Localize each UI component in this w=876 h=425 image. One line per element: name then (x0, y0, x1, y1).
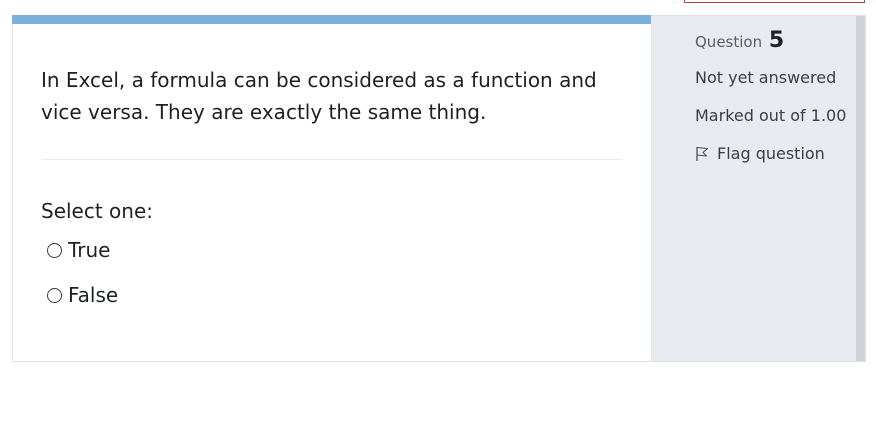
question-number: 5 (768, 28, 785, 53)
option-true[interactable]: True (47, 236, 110, 264)
radio-false[interactable] (47, 287, 62, 303)
option-false-label[interactable]: False (68, 281, 118, 309)
question-content: In Excel, a formula can be considered as… (12, 15, 651, 361)
select-prompt: Select one: (41, 199, 154, 223)
info-panel-edge (856, 16, 865, 361)
previous-element-border (684, 0, 865, 3)
question-accent-bar (12, 15, 651, 24)
question-text: In Excel, a formula can be considered as… (41, 68, 597, 124)
question-grade: Marked out of 1.00 (695, 106, 847, 125)
flag-question-link[interactable]: Flag question (695, 144, 825, 163)
question-number-heading: Question 5 (695, 28, 784, 53)
option-true-label[interactable]: True (68, 236, 110, 264)
question-info-panel: Question 5 Not yet answered Marked out o… (651, 16, 856, 361)
flag-question-label[interactable]: Flag question (717, 144, 825, 163)
radio-true[interactable] (47, 242, 62, 258)
divider (41, 159, 623, 160)
question-state: Not yet answered (695, 68, 837, 87)
question-card: In Excel, a formula can be considered as… (12, 15, 866, 362)
option-false[interactable]: False (47, 281, 118, 309)
question-word: Question (695, 33, 763, 51)
flag-outline-icon (696, 146, 709, 161)
